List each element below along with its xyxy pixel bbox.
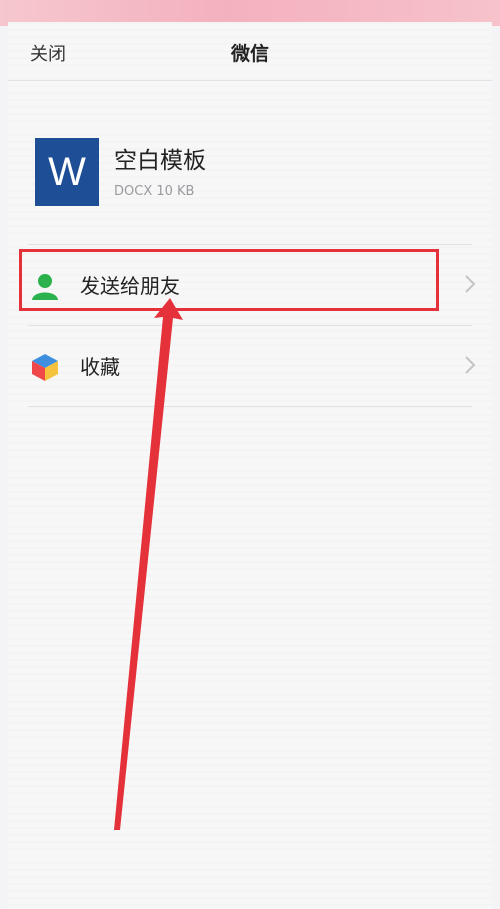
page-title: 微信: [230, 43, 269, 65]
send-to-friend-label: 发送给朋友: [80, 274, 180, 298]
word-document-icon: W: [35, 138, 99, 206]
chevron-right-icon: [465, 275, 476, 293]
person-icon: [32, 274, 58, 300]
cube-icon: [32, 354, 58, 381]
file-card: W 空白模板 DOCX 10 KB: [8, 80, 492, 240]
divider: [28, 406, 472, 407]
send-to-friend-row[interactable]: 发送给朋友: [8, 245, 492, 325]
chevron-right-icon: [465, 356, 476, 374]
favorite-row[interactable]: 收藏: [8, 326, 492, 406]
nav-bar: 关闭 微信: [8, 22, 492, 81]
file-name: 空白模板: [114, 148, 206, 174]
file-meta: DOCX 10 KB: [114, 184, 195, 199]
favorite-label: 收藏: [80, 355, 120, 379]
share-sheet: 关闭 微信 W 空白模板 DOCX 10 KB 发送给朋友 收藏: [8, 22, 492, 909]
